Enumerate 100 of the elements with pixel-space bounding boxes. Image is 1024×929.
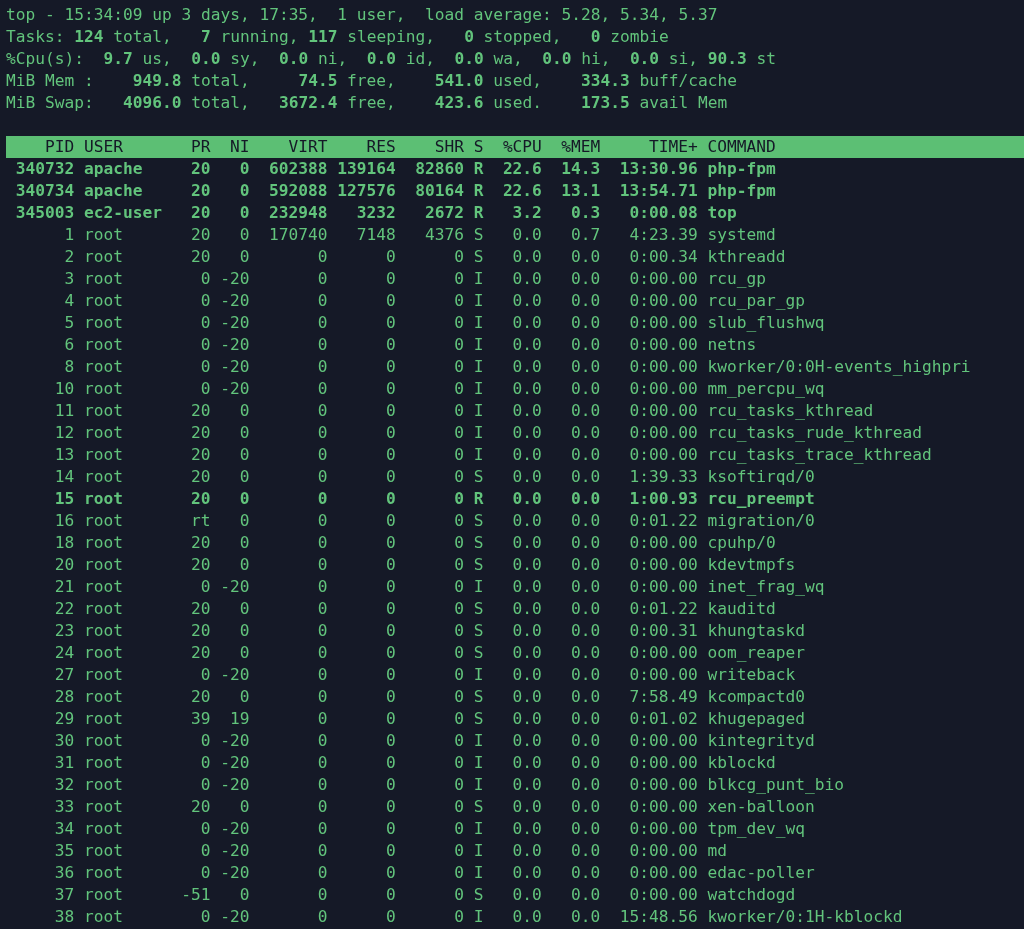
table-cell: mm_percpu_wq xyxy=(707,378,825,400)
table-cell: S xyxy=(473,642,484,664)
table-cell-text: 0.0 xyxy=(511,246,542,268)
table-cell-text: 0 xyxy=(238,796,250,818)
table-cell-text: apache xyxy=(83,158,144,180)
table-cell-text: 0.0 xyxy=(570,268,601,290)
table-cell-text: root xyxy=(83,906,124,928)
table-cell-text: 0 xyxy=(316,576,328,598)
column-header: VIRT xyxy=(287,136,328,158)
table-cell-text: 0 xyxy=(453,708,464,730)
table-cell-text: 0 xyxy=(199,752,211,774)
table-cell-text: 0 xyxy=(385,268,396,290)
table-cell: S xyxy=(473,510,484,532)
table-cell-text: 0.0 xyxy=(570,400,601,422)
table-cell-text: 0.0 xyxy=(570,356,601,378)
table-cell-text: 0 xyxy=(453,840,464,862)
table-cell: -20 xyxy=(220,730,250,752)
table-cell: kauditd xyxy=(707,598,776,620)
table-cell-text: 0.0 xyxy=(511,884,542,906)
table-cell-text: 0.0 xyxy=(511,752,542,774)
table-cell-text: root xyxy=(83,312,124,334)
table-cell-text: 0:00.00 xyxy=(628,378,698,400)
table-cell-text: root xyxy=(83,818,124,840)
table-cell-text: -51 xyxy=(180,884,211,906)
table-cell: S xyxy=(473,532,484,554)
table-cell-text: 0 xyxy=(385,312,396,334)
table-cell: S xyxy=(473,224,484,246)
table-cell-text: root xyxy=(83,884,124,906)
table-cell: I xyxy=(473,312,484,334)
table-cell-text: 0.0 xyxy=(511,268,542,290)
table-cell-text: 0 xyxy=(385,664,396,686)
table-cell: -20 xyxy=(220,312,250,334)
table-cell-text: 13:54.71 xyxy=(618,180,698,202)
table-cell-text: 38 xyxy=(53,906,75,928)
table-cell-text: 20 xyxy=(190,532,211,554)
table-cell-text: 0:00.34 xyxy=(628,246,698,268)
table-cell: I xyxy=(473,378,484,400)
table-cell-text: 0 xyxy=(316,422,328,444)
table-cell-text: root xyxy=(83,730,124,752)
table-cell: khugepaged xyxy=(707,708,805,730)
table-cell: slub_flushwq xyxy=(707,312,825,334)
column-header: PID xyxy=(43,136,75,158)
table-cell: -20 xyxy=(220,818,250,840)
table-cell: R xyxy=(473,158,484,180)
table-cell-text: 0 xyxy=(385,818,396,840)
table-cell-text: 27 xyxy=(53,664,75,686)
table-cell-text: 0.7 xyxy=(570,224,601,246)
table-cell-text: 0 xyxy=(199,840,211,862)
table-cell-text: root xyxy=(83,422,124,444)
table-cell-text: 28 xyxy=(53,686,75,708)
table-cell-text: root xyxy=(83,796,124,818)
table-cell-text: 11 xyxy=(53,400,75,422)
table-cell-text: 0:00.00 xyxy=(628,664,698,686)
table-cell: top xyxy=(707,202,737,224)
table-cell-text: 0.0 xyxy=(570,598,601,620)
table-cell-text: 0:00.00 xyxy=(628,752,698,774)
table-cell-text: 3.2 xyxy=(511,202,542,224)
table-cell-text: 21 xyxy=(53,576,75,598)
table-cell-text: 0 xyxy=(199,730,211,752)
table-cell-text: 0 xyxy=(453,554,464,576)
table-cell-text: 0.0 xyxy=(511,356,542,378)
table-cell-text: 4:23.39 xyxy=(628,224,698,246)
summary-line: MiB Swap: 4096.0 total, 3672.4 free, 423.6 used. 173.5 avail Mem xyxy=(6,92,728,114)
table-cell: kworker/0:0H-events_highpri xyxy=(707,356,971,378)
table-cell-text: 1:00.93 xyxy=(628,488,698,510)
table-cell-text: root xyxy=(83,554,124,576)
table-cell-text: 0 xyxy=(385,488,396,510)
table-cell-text: 0 xyxy=(316,510,328,532)
table-cell: I xyxy=(473,268,484,290)
table-cell-text: 0 xyxy=(453,884,464,906)
table-cell: rcu_tasks_rude_kthread xyxy=(707,422,922,444)
table-cell-text: 0 xyxy=(316,708,328,730)
table-cell: S xyxy=(473,466,484,488)
table-cell-text: 0.0 xyxy=(570,488,601,510)
table-cell-text: 0.0 xyxy=(570,884,601,906)
table-cell-text: 0.0 xyxy=(570,796,601,818)
table-cell: php-fpm xyxy=(707,180,776,202)
table-cell-text: 22.6 xyxy=(501,158,542,180)
table-cell: I xyxy=(473,752,484,774)
table-cell-text: 0 xyxy=(316,840,328,862)
table-cell-text: 0 xyxy=(316,774,328,796)
table-cell-text: 14.3 xyxy=(560,158,601,180)
table-cell-text: 0 xyxy=(385,378,396,400)
table-cell: migration/0 xyxy=(707,510,815,532)
table-cell-text: 0:00.00 xyxy=(628,884,698,906)
table-cell-text: root xyxy=(83,246,124,268)
table-cell: I xyxy=(473,422,484,444)
table-cell: kintegrityd xyxy=(707,730,815,752)
table-cell-text: 0.0 xyxy=(570,730,601,752)
table-cell-text: 0 xyxy=(385,400,396,422)
table-cell-text: 0 xyxy=(385,642,396,664)
table-cell-text: 0 xyxy=(453,532,464,554)
table-cell-text: 0.0 xyxy=(511,906,542,928)
table-cell-text: 0 xyxy=(453,576,464,598)
table-cell-text: 0.0 xyxy=(511,598,542,620)
table-cell-text: 5 xyxy=(63,312,75,334)
table-cell-text: root xyxy=(83,532,124,554)
table-cell: -20 xyxy=(220,356,250,378)
table-cell-text: 0 xyxy=(385,290,396,312)
table-cell: -20 xyxy=(220,334,250,356)
